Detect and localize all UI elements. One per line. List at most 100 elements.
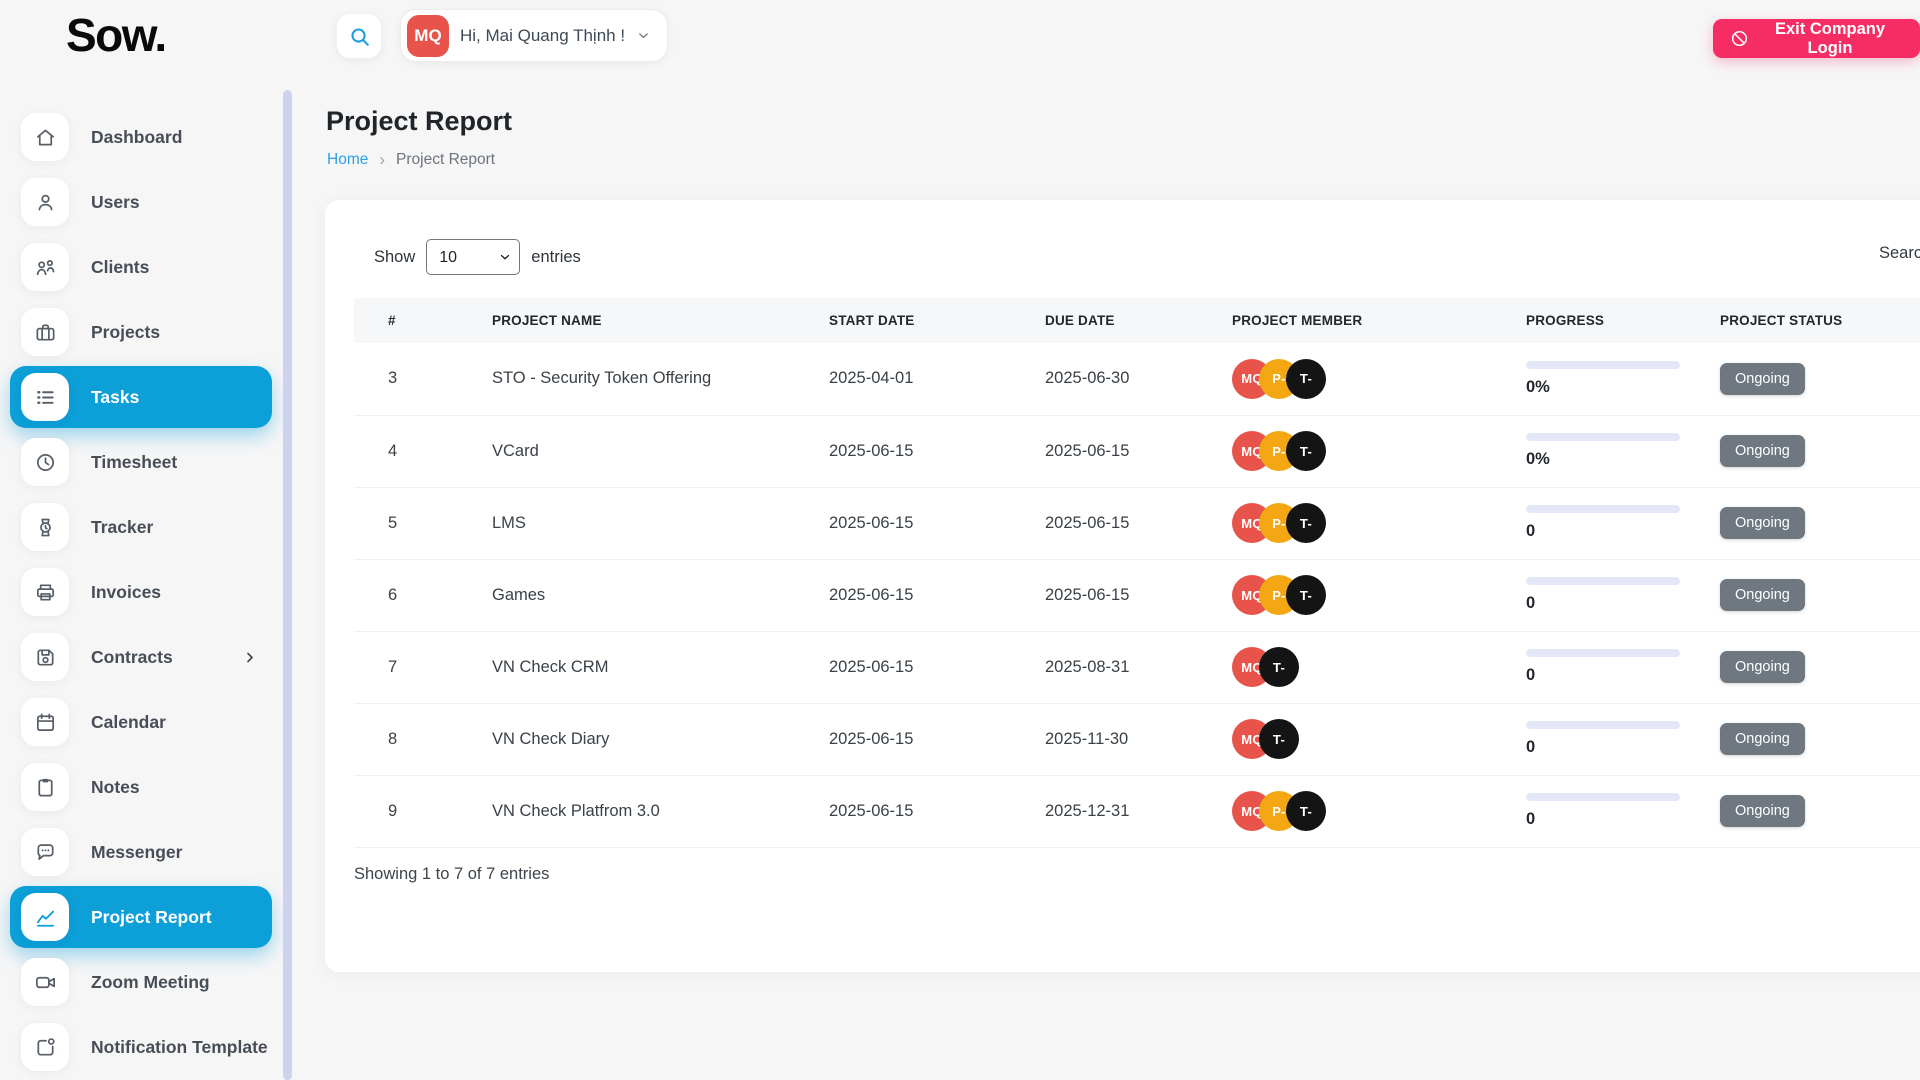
sidebar-item-label: Project Report [91, 907, 212, 928]
status-badge[interactable]: Ongoing [1720, 507, 1805, 539]
progress-label: 0% [1526, 450, 1686, 469]
row-number: 8 [354, 703, 458, 775]
sidebar-item-label: Projects [91, 322, 160, 343]
show-label: Show [374, 248, 415, 267]
status-badge[interactable]: Ongoing [1720, 723, 1805, 755]
member-avatar: T- [1286, 575, 1326, 615]
project-name: VN Check Platfrom 3.0 [458, 775, 795, 847]
progress-label: 0 [1526, 738, 1686, 757]
sidebar-item-notes[interactable]: Notes [10, 756, 272, 818]
sidebar-item-label: Clients [91, 257, 149, 278]
member-avatar: T- [1259, 647, 1299, 687]
col-header-project-status[interactable]: PROJECT STATUS [1686, 298, 1920, 343]
search-button[interactable] [336, 13, 382, 59]
sidebar-item-label: Contracts [91, 647, 173, 668]
member-avatars: MQT- [1232, 647, 1492, 687]
sidebar-item-label: Zoom Meeting [91, 972, 210, 993]
user-avatar: MQ [407, 15, 449, 57]
entries-label: entries [531, 248, 581, 267]
row-number: 6 [354, 559, 458, 631]
project-name: LMS [458, 487, 795, 559]
table-header-row: # PROJECT NAME START DATE DUE DATE PROJE… [354, 298, 1920, 343]
sidebar-item-messenger[interactable]: Messenger [10, 821, 272, 883]
home-icon [21, 113, 69, 161]
status-badge[interactable]: Ongoing [1720, 435, 1805, 467]
due-date: 2025-06-15 [1011, 415, 1198, 487]
member-avatar: T- [1286, 359, 1326, 399]
col-header-number[interactable]: # [354, 298, 458, 343]
sidebar-item-contracts[interactable]: Contracts [10, 626, 272, 688]
sidebar-item-label: Dashboard [91, 127, 182, 148]
sidebar-item-tracker[interactable]: Tracker [10, 496, 272, 558]
chart-icon [21, 893, 69, 941]
row-number: 5 [354, 487, 458, 559]
breadcrumb-home-link[interactable]: Home [327, 151, 368, 169]
sidebar-item-project-report[interactable]: Project Report [10, 886, 272, 948]
sidebar-item-clients[interactable]: Clients [10, 236, 272, 298]
exit-company-login-button[interactable]: Exit Company Login [1713, 19, 1920, 58]
projects-table: # PROJECT NAME START DATE DUE DATE PROJE… [354, 298, 1920, 848]
progress-bar [1526, 649, 1680, 657]
due-date: 2025-12-31 [1011, 775, 1198, 847]
sidebar-item-projects[interactable]: Projects [10, 301, 272, 363]
project-name: Games [458, 559, 795, 631]
sidebar-item-timesheet[interactable]: Timesheet [10, 431, 272, 493]
col-header-project-name[interactable]: PROJECT NAME [458, 298, 795, 343]
user-menu[interactable]: MQ Hi, Mai Quang Thịnh ! [400, 9, 668, 62]
status-badge[interactable]: Ongoing [1720, 579, 1805, 611]
sidebar-scrollbar[interactable] [283, 90, 292, 1080]
due-date: 2025-06-15 [1011, 559, 1198, 631]
table-body: 3 STO - Security Token Offering 2025-04-… [354, 343, 1920, 847]
sidebar-item-label: Timesheet [91, 452, 177, 473]
sidebar-item-label: Messenger [91, 842, 182, 863]
sidebar-item-label: Invoices [91, 582, 161, 603]
sidebar-item-invoices[interactable]: Invoices [10, 561, 272, 623]
col-header-progress[interactable]: PROGRESS [1492, 298, 1686, 343]
table-length-control: Show 10 entries [374, 239, 581, 275]
printer-icon [21, 568, 69, 616]
row-number: 4 [354, 415, 458, 487]
progress-label: 0 [1526, 594, 1686, 613]
app-window: Sow. MQ Hi, Mai Quang Thịnh ! Exit Compa… [0, 0, 1920, 1080]
sidebar-item-users[interactable]: Users [10, 171, 272, 233]
progress-bar [1526, 793, 1680, 801]
status-badge[interactable]: Ongoing [1720, 651, 1805, 683]
watch-icon [21, 503, 69, 551]
clients-icon [21, 243, 69, 291]
project-report-card: Show 10 entries Searc # PROJECT NAME STA… [325, 200, 1920, 972]
status-badge[interactable]: Ongoing [1720, 795, 1805, 827]
breadcrumb: Home › Project Report [327, 150, 495, 170]
chevron-down-icon [636, 28, 651, 43]
col-header-project-member[interactable]: PROJECT MEMBER [1198, 298, 1492, 343]
member-avatars: MQT- [1232, 719, 1492, 759]
start-date: 2025-06-15 [795, 631, 1011, 703]
progress-bar [1526, 577, 1680, 585]
row-number: 3 [354, 343, 458, 415]
status-badge[interactable]: Ongoing [1720, 363, 1805, 395]
project-name: VN Check CRM [458, 631, 795, 703]
progress-label: 0 [1526, 666, 1686, 685]
sidebar-item-label: Notification Template [91, 1037, 268, 1058]
sidebar-item-tasks[interactable]: Tasks [10, 366, 272, 428]
user-icon [21, 178, 69, 226]
col-header-due-date[interactable]: DUE DATE [1011, 298, 1198, 343]
sidebar-item-dashboard[interactable]: Dashboard [10, 106, 272, 168]
member-avatar: T- [1259, 719, 1299, 759]
page-size-select[interactable]: 10 [426, 239, 520, 275]
breadcrumb-separator: › [379, 150, 385, 170]
sidebar-item-label: Users [91, 192, 140, 213]
tasks-icon [21, 373, 69, 421]
sidebar-item-zoom-meeting[interactable]: Zoom Meeting [10, 951, 272, 1013]
sidebar-item-calendar[interactable]: Calendar [10, 691, 272, 753]
member-avatar: T- [1286, 791, 1326, 831]
col-header-start-date[interactable]: START DATE [795, 298, 1011, 343]
brand-logo: Sow. [66, 8, 166, 62]
progress-label: 0 [1526, 522, 1686, 541]
table-row: 6 Games 2025-06-15 2025-06-15 MQP-T- 0 O… [354, 559, 1920, 631]
briefcase-icon [21, 308, 69, 356]
due-date: 2025-06-15 [1011, 487, 1198, 559]
member-avatars: MQP-T- [1232, 575, 1492, 615]
start-date: 2025-06-15 [795, 415, 1011, 487]
sidebar-item-notification-template[interactable]: Notification Template [10, 1016, 272, 1078]
notification-icon [21, 1023, 69, 1071]
